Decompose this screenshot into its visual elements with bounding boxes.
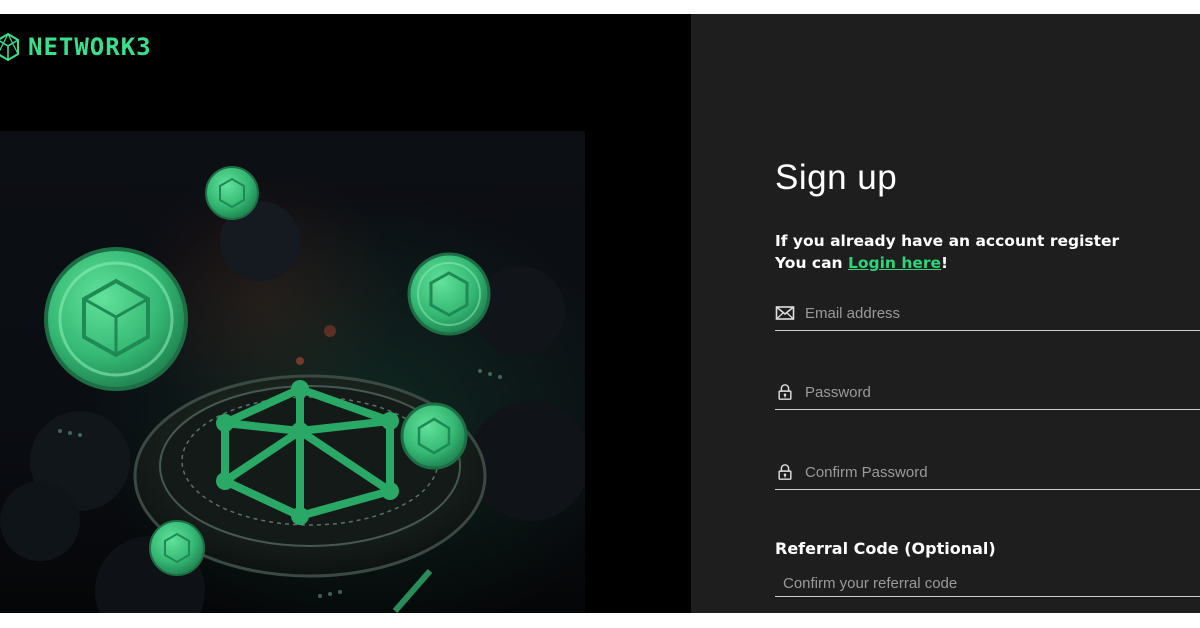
network3-logo-icon — [0, 32, 19, 62]
subtitle-prefix: You can — [775, 254, 848, 272]
hero-illustration — [0, 131, 585, 613]
confirm-password-field[interactable] — [775, 455, 1200, 490]
confirm-password-input[interactable] — [805, 463, 1185, 481]
subtitle-line-1: If you already have an account register — [775, 232, 1120, 250]
subtitle-line-2: You can Login here! — [775, 252, 1119, 274]
lock-icon — [778, 384, 792, 400]
referral-label: Referral Code (Optional) — [775, 539, 996, 558]
password-input[interactable] — [805, 383, 1185, 401]
referral-input[interactable] — [775, 574, 1183, 592]
page-title: Sign up — [775, 158, 898, 197]
email-input[interactable] — [805, 304, 1185, 322]
signup-page: NETWORK3 Sign up If you already have an … — [0, 14, 1200, 613]
password-field[interactable] — [775, 375, 1200, 410]
login-link[interactable]: Login here — [848, 254, 941, 272]
brand-logo[interactable]: NETWORK3 — [0, 30, 152, 64]
lock-icon — [778, 464, 792, 480]
referral-field[interactable] — [775, 570, 1200, 597]
coins-illustration — [0, 166, 585, 613]
email-field[interactable] — [775, 296, 1200, 331]
signup-form-panel: Sign up If you already have an account r… — [691, 14, 1200, 613]
subtitle-suffix: ! — [941, 254, 949, 272]
envelope-icon — [775, 306, 795, 320]
hero-panel: NETWORK3 — [0, 14, 691, 613]
brand-name: NETWORK3 — [28, 33, 152, 61]
signup-subtitle: If you already have an account register … — [775, 230, 1119, 274]
